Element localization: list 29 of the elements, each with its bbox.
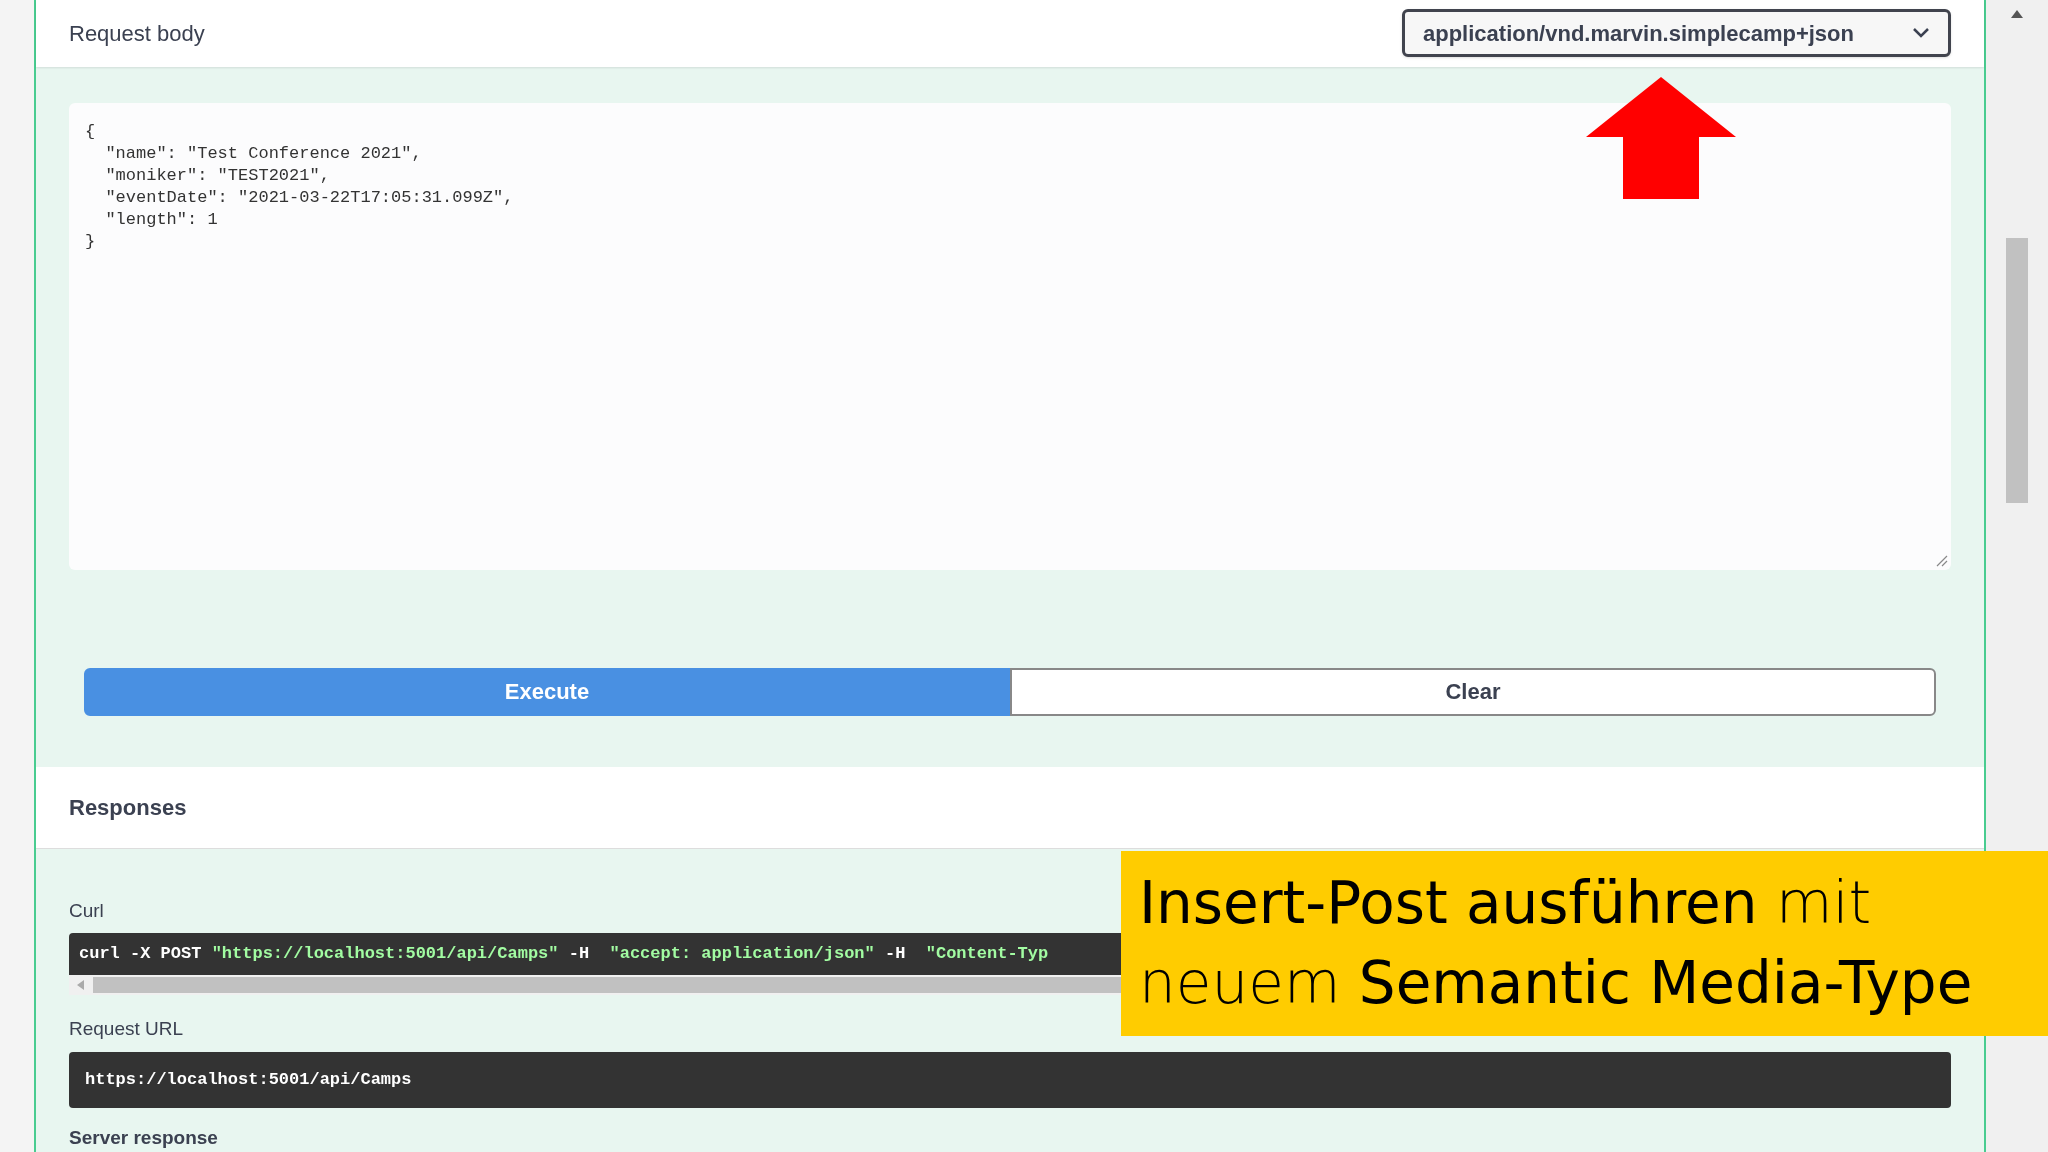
clear-button[interactable]: Clear xyxy=(1010,667,1936,716)
code-line: "length": 1 xyxy=(104,208,218,231)
code-token: "accept: application/json" xyxy=(609,943,875,966)
code-line: { xyxy=(85,120,96,143)
chevron-down-icon xyxy=(1912,27,1930,40)
code-token: "https://localhost:5001/api/Camps" xyxy=(211,943,559,966)
code-line: } xyxy=(85,230,96,253)
resize-handle-icon[interactable] xyxy=(1936,554,1948,567)
code-token: "Content-Typ xyxy=(925,943,1049,966)
scrollbar-thumb[interactable] xyxy=(2006,238,2028,503)
code-line: "moniker": "TEST2021", xyxy=(104,164,330,187)
field-label: Curl xyxy=(69,898,104,923)
field-label: Request URL xyxy=(69,1017,184,1041)
scroll-up-icon[interactable] xyxy=(2011,10,2023,18)
code-token: -H xyxy=(883,943,907,966)
code-token: curl -X POST xyxy=(79,943,203,966)
scroll-left-icon[interactable] xyxy=(77,980,85,990)
request-body-editor[interactable]: { "name": "Test Conference 2021", "moniker": "TEST2021", "eventDate": "2021-03-22T17:05:31.099Z", "length": 1 } xyxy=(69,102,1951,570)
code-token: -H xyxy=(567,943,591,966)
field-label: Server response xyxy=(69,1125,218,1150)
caption-text: Insert-Post ausführen mit xyxy=(1139,868,1872,939)
code-line: "name": "Test Conference 2021", xyxy=(104,142,422,165)
section-title: Request body xyxy=(69,19,205,48)
media-type-dropdown[interactable]: application/vnd.marvin.simplecamp+json xyxy=(1402,9,1951,58)
caption-text: neuem Semantic Media-Type xyxy=(1139,948,1973,1019)
section-title: Responses xyxy=(69,793,187,822)
horizontal-scrollbar[interactable] xyxy=(69,975,1121,995)
request-url: https://localhost:5001/api/Camps xyxy=(85,1068,412,1091)
code-line: "eventDate": "2021-03-22T17:05:31.099Z", xyxy=(104,186,514,209)
